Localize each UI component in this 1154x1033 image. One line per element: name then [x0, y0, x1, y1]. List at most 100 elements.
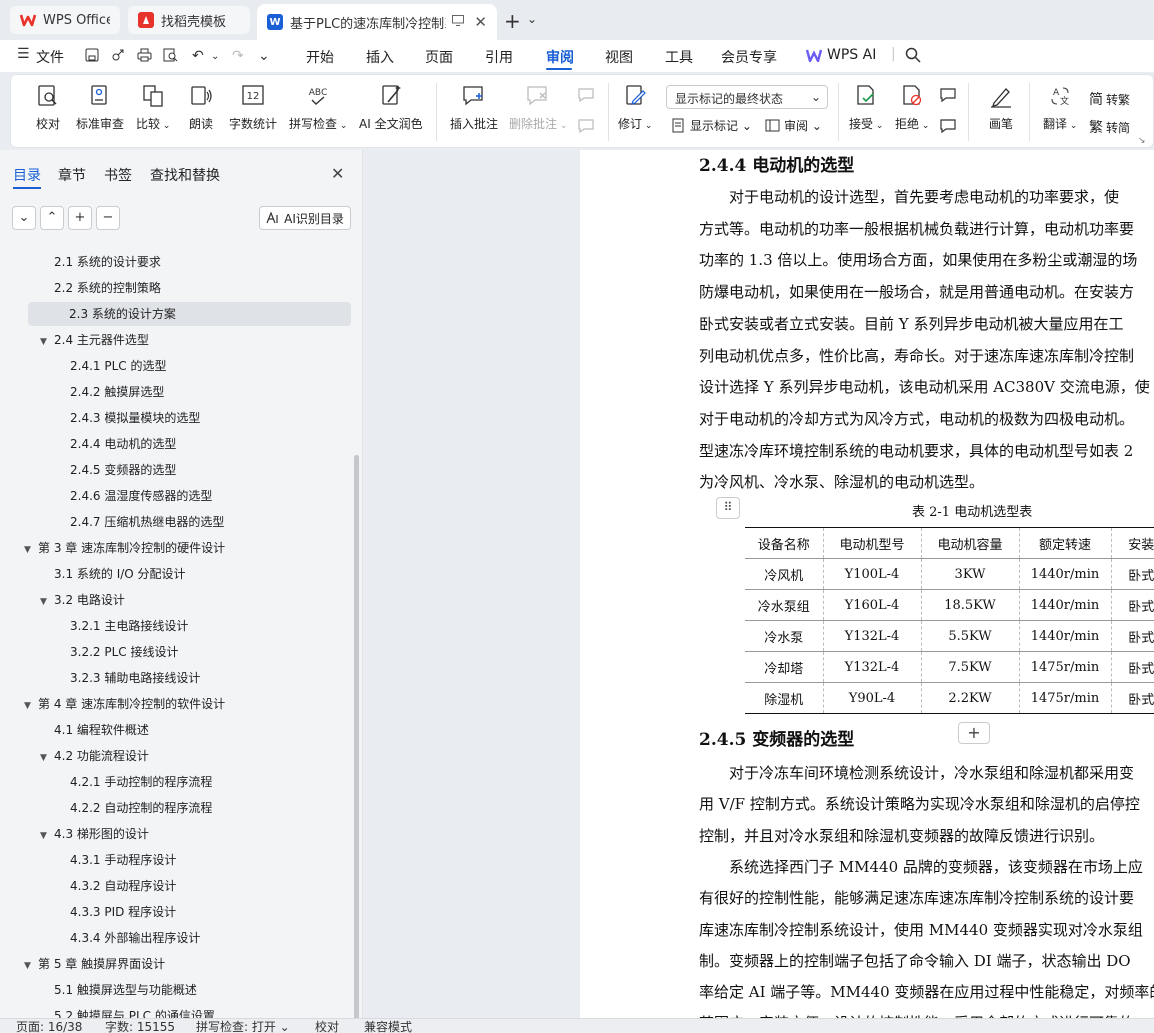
translate-button[interactable]: A文 翻译 ⌄	[1043, 83, 1077, 132]
table-cell[interactable]: 除湿机	[745, 682, 823, 714]
previous-change-icon[interactable]	[939, 87, 961, 103]
menu-file[interactable]: 文件	[36, 47, 64, 67]
table-cell[interactable]: 卧式	[1110, 682, 1154, 714]
table-move-handle[interactable]: ⠿	[716, 497, 740, 519]
toc-item[interactable]: 5.1 触摸屏选型与功能概述	[40, 978, 197, 1002]
ai-recognize-toc-button[interactable]: AI识别目录	[259, 206, 351, 230]
toc-item[interactable]: 2.4.7 压缩机热继电器的选型	[56, 510, 224, 534]
toc-item[interactable]: 3.2.1 主电路接线设计	[56, 614, 188, 638]
table-cell[interactable]: Y160L-4	[822, 589, 921, 621]
table-cell[interactable]: Y100L-4	[822, 558, 921, 590]
add-row-button[interactable]: +	[958, 722, 990, 744]
expand-arrow-icon[interactable]: ▼	[40, 590, 54, 614]
table-cell[interactable]: 卧式	[1110, 558, 1154, 590]
proof-status[interactable]: 校对	[315, 1020, 339, 1033]
table-cell[interactable]: 7.5KW	[920, 651, 1019, 683]
close-icon[interactable]: ✕	[331, 164, 344, 183]
insert-comment-button[interactable]: 插入批注	[450, 83, 498, 132]
spell-check-status[interactable]: 拼写检查: 打开 ⌄	[196, 1020, 290, 1033]
table-cell[interactable]: 卧式	[1110, 589, 1154, 621]
toc-item[interactable]: 3.1 系统的 I/O 分配设计	[40, 562, 186, 586]
toc-item[interactable]: ▼ 3.2 电路设计	[40, 588, 125, 612]
table-cell[interactable]: 冷风机	[745, 558, 823, 590]
toc-item[interactable]: 4.2.2 自动控制的程序流程	[56, 796, 212, 820]
standard-review-button[interactable]: 标准审查	[76, 83, 124, 132]
table-cell[interactable]: 5.5KW	[920, 620, 1019, 652]
menu-view[interactable]: 视图	[605, 47, 633, 67]
menu-tools[interactable]: 工具	[665, 47, 693, 67]
toc-item[interactable]: 2.4.5 变频器的选型	[56, 458, 176, 482]
menu-wps-ai[interactable]: WPS AI	[827, 47, 876, 63]
save-icon[interactable]	[85, 48, 99, 66]
toc-item[interactable]: 3.2.3 辅助电路接线设计	[56, 666, 200, 690]
document-page[interactable]: 2.4.4 电动机的选型 对于电动机的设计选型，首先要考虑电动机的功率要求，使方…	[580, 150, 1154, 1018]
expand-arrow-icon[interactable]: ▼	[40, 824, 54, 848]
table-cell[interactable]: Y132L-4	[822, 651, 921, 683]
toc-item[interactable]: 2.4.2 触摸屏选型	[56, 380, 164, 404]
spell-check-button[interactable]: ABC 拼写检查 ⌄	[289, 83, 347, 132]
review-pane-button[interactable]: 审阅 ⌄	[765, 117, 822, 134]
new-tab-icon[interactable]: +	[504, 9, 521, 33]
compare-button[interactable]: 比较 ⌄	[136, 83, 170, 132]
read-aloud-button[interactable]: 朗读	[188, 83, 214, 132]
collapse-all-button[interactable]: ⌄	[12, 206, 36, 230]
expand-arrow-icon[interactable]: ▼	[40, 330, 54, 354]
toc-item[interactable]: 2.2 系统的控制策略	[40, 276, 161, 300]
table-cell[interactable]: Y90L-4	[822, 682, 921, 714]
tab-sections[interactable]: 章节	[58, 165, 86, 185]
toc-item[interactable]: 2.3 系统的设计方案	[28, 302, 351, 326]
table-cell[interactable]: 3KW	[920, 558, 1019, 590]
toc-item[interactable]: 4.3.4 外部输出程序设计	[56, 926, 200, 950]
print-icon[interactable]	[137, 48, 152, 66]
menu-home[interactable]: 开始	[306, 47, 334, 67]
tab-find-replace[interactable]: 查找和替换	[150, 165, 220, 185]
chevron-down-icon[interactable]: ⌄	[211, 51, 219, 62]
close-tab-icon[interactable]: ✕	[474, 13, 487, 31]
page-indicator[interactable]: 页面: 16/38	[16, 1020, 82, 1033]
redo-icon[interactable]: ↷	[232, 48, 244, 64]
table-cell[interactable]: 18.5KW	[920, 589, 1019, 621]
toc-item[interactable]: 4.2.1 手动控制的程序流程	[56, 770, 212, 794]
ai-polish-button[interactable]: AI 全文润色	[359, 83, 423, 132]
table-cell[interactable]: 冷水泵组	[745, 589, 823, 621]
reject-button[interactable]: 拒绝 ⌄	[895, 83, 929, 132]
table-cell[interactable]: 冷水泵	[745, 620, 823, 652]
tab-toc[interactable]: 目录	[13, 165, 41, 185]
scrollbar[interactable]	[354, 455, 359, 1023]
table-cell[interactable]: 1440r/min	[1018, 620, 1111, 652]
toc-item[interactable]: 2.4.1 PLC 的选型	[56, 354, 166, 378]
word-count-button[interactable]: 12 字数统计	[229, 83, 277, 132]
expand-arrow-icon[interactable]: ▼	[24, 694, 38, 718]
to-simplified-button[interactable]: 繁 转简	[1089, 117, 1130, 137]
export-icon[interactable]	[111, 48, 125, 66]
table-cell[interactable]: 2.2KW	[920, 682, 1019, 714]
pen-button[interactable]: 画笔	[988, 83, 1014, 132]
show-markup-button[interactable]: 显示标记 ⌄	[671, 117, 752, 134]
more-chevron-icon[interactable]: ⌄	[258, 48, 270, 64]
toc-item[interactable]: ▼ 4.2 功能流程设计	[40, 744, 149, 768]
to-traditional-button[interactable]: 简 转繁	[1089, 89, 1130, 109]
menu-page[interactable]: 页面	[425, 47, 453, 67]
toc-item[interactable]: 2.1 系统的设计要求	[40, 250, 161, 274]
track-changes-button[interactable]: 修订 ⌄	[618, 83, 652, 132]
toc-item[interactable]: 3.2.2 PLC 接线设计	[56, 640, 178, 664]
hamburger-icon[interactable]: ☰	[17, 46, 30, 62]
toc-item[interactable]: 4.3.3 PID 程序设计	[56, 900, 176, 924]
menu-review[interactable]: 审阅	[546, 47, 574, 67]
delete-comment-button[interactable]: 删除批注 ⌄	[509, 83, 567, 132]
tab-bookmarks[interactable]: 书签	[104, 165, 132, 185]
screen-icon[interactable]	[452, 15, 465, 29]
toc-item[interactable]: ▼ 第 4 章 速冻库制冷控制的软件设计	[24, 692, 225, 716]
next-change-icon[interactable]	[939, 118, 961, 134]
expand-up-button[interactable]: ⌃	[40, 206, 64, 230]
toc-item[interactable]: 2.4.4 电动机的选型	[56, 432, 176, 456]
toc-item[interactable]: 4.3.2 自动程序设计	[56, 874, 176, 898]
table-cell[interactable]: 1475r/min	[1018, 682, 1111, 714]
toc-item[interactable]: ▼ 4.3 梯形图的设计	[40, 822, 149, 846]
table-cell[interactable]: 1475r/min	[1018, 651, 1111, 683]
menu-member[interactable]: 会员专享	[721, 47, 777, 67]
toc-item[interactable]: ▼ 第 5 章 触摸屏界面设计	[24, 952, 165, 976]
toc-item[interactable]: 5.2 触摸屏与 PLC 的通信设置	[40, 1004, 215, 1018]
table-cell[interactable]: 卧式	[1110, 620, 1154, 652]
table-cell[interactable]: 冷却塔	[745, 651, 823, 683]
